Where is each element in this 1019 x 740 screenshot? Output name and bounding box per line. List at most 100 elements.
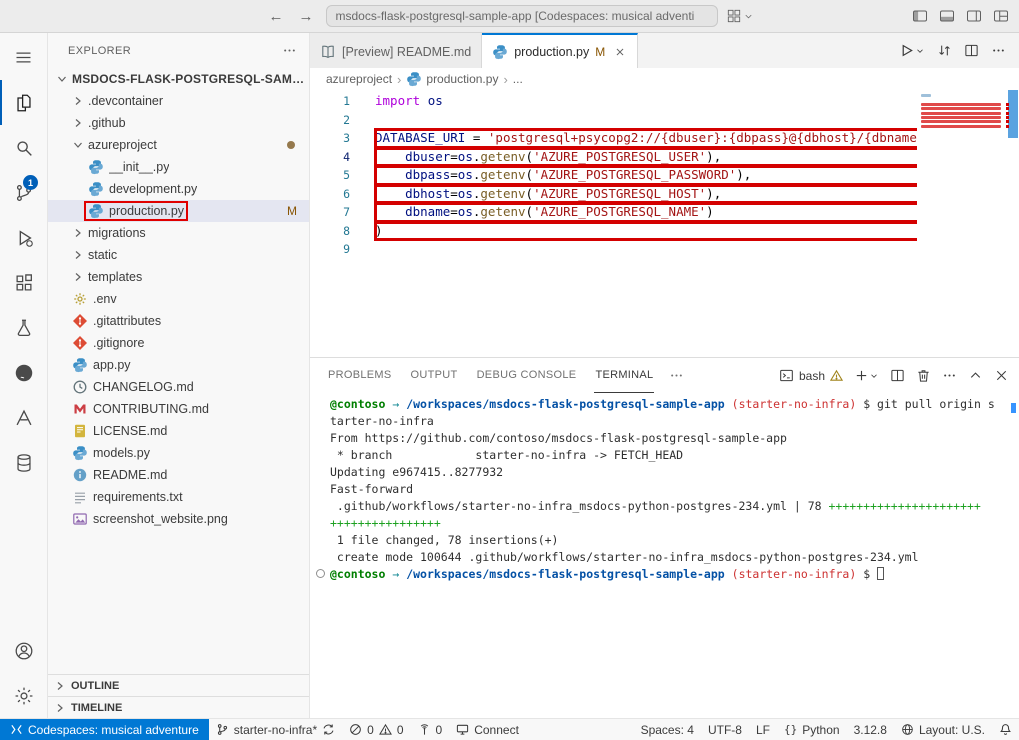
tab--preview-readme.md[interactable]: [Preview] README.md: [310, 33, 482, 68]
tree-item-templates[interactable]: templates: [48, 266, 309, 288]
tree-item-.gitattributes[interactable]: .gitattributes: [48, 310, 309, 332]
new-terminal-button[interactable]: [854, 368, 879, 383]
more-actions-icon[interactable]: [991, 43, 1006, 58]
search-icon[interactable]: [0, 125, 47, 170]
tree-item-__init__.py[interactable]: __init__.py: [48, 156, 309, 178]
line-number: 5: [310, 168, 350, 182]
panel-tab-debug-console[interactable]: DEBUG CONSOLE: [476, 358, 578, 393]
explorer-icon[interactable]: [0, 80, 47, 125]
panel-more-actions-icon[interactable]: [942, 368, 957, 383]
terminal-line: .github/workflows/starter-no-infra_msdoc…: [330, 498, 1005, 515]
problems-status[interactable]: 0 0: [342, 719, 410, 740]
codespaces-indicator[interactable]: [727, 9, 754, 23]
panel-more-tabs-icon[interactable]: [668, 358, 685, 393]
terminal-output[interactable]: @contoso → /workspaces/msdocs-flask-post…: [310, 393, 1019, 718]
terminal-line: Fast-forward: [330, 481, 1005, 498]
tree-item-readme.md[interactable]: README.md: [48, 464, 309, 486]
menu-icon[interactable]: [0, 35, 47, 80]
tree-item-changelog.md[interactable]: CHANGELOG.md: [48, 376, 309, 398]
account-icon[interactable]: [0, 628, 47, 673]
toggle-primary-sidebar-icon[interactable]: [912, 8, 928, 24]
breadcrumb-item-...[interactable]: ...: [513, 72, 523, 86]
back-icon[interactable]: ←: [266, 7, 287, 26]
line-number: 1: [310, 94, 350, 108]
split-terminal-icon[interactable]: [890, 368, 905, 383]
panel-tab-list: PROBLEMS OUTPUT DEBUG CONSOLE TERMINAL: [327, 358, 654, 393]
database-icon[interactable]: [0, 440, 47, 485]
close-icon[interactable]: [613, 45, 627, 59]
code-lines: 1import os23DATABASE_URI = 'postgresql+p…: [310, 92, 1019, 259]
panel-tab-terminal[interactable]: TERMINAL: [594, 358, 654, 393]
tree-item-app.py[interactable]: app.py: [48, 354, 309, 376]
tree-item-.env[interactable]: .env: [48, 288, 309, 310]
outline-section[interactable]: OUTLINE: [48, 674, 309, 696]
forward-icon[interactable]: →: [296, 7, 317, 26]
error-mark: [1006, 107, 1009, 110]
timeline-section[interactable]: TIMELINE: [48, 696, 309, 718]
tree-item-static[interactable]: static: [48, 244, 309, 266]
split-editor-icon[interactable]: [964, 43, 979, 58]
github-icon[interactable]: [0, 350, 47, 395]
kill-terminal-icon[interactable]: [916, 368, 931, 383]
tree-item-label: .gitignore: [93, 336, 144, 350]
tab-production.py[interactable]: production.pyM: [482, 33, 638, 68]
tree-item-screenshot_website.png[interactable]: screenshot_website.png: [48, 508, 309, 530]
interpreter-status[interactable]: 3.12.8: [847, 719, 894, 740]
explorer-actions-icon[interactable]: [282, 43, 297, 58]
run-debug-icon[interactable]: [0, 215, 47, 260]
panel-tab-problems[interactable]: PROBLEMS: [327, 358, 393, 393]
tab-label: production.py: [514, 45, 589, 59]
customize-layout-icon[interactable]: [993, 8, 1009, 24]
tree-item-contributing.md[interactable]: CONTRIBUTING.md: [48, 398, 309, 420]
tree-item-production.py[interactable]: production.pyM: [48, 200, 309, 222]
minimap[interactable]: [917, 90, 1005, 357]
eol-status[interactable]: LF: [749, 719, 777, 740]
tree-item-azureproject[interactable]: azureproject: [48, 134, 309, 156]
tree-item-models.py[interactable]: models.py: [48, 442, 309, 464]
ports-status[interactable]: 0: [411, 719, 450, 740]
tree-item-migrations[interactable]: migrations: [48, 222, 309, 244]
open-changes-icon[interactable]: [937, 43, 952, 58]
tree-item-development.py[interactable]: development.py: [48, 178, 309, 200]
connect-icon: [456, 723, 469, 736]
terminal-shell-item[interactable]: bash: [779, 368, 843, 383]
azure-icon[interactable]: [0, 395, 47, 440]
scrollbar-thumb[interactable]: [1008, 90, 1018, 138]
tree-item-.gitignore[interactable]: .gitignore: [48, 332, 309, 354]
tree-item-.devcontainer[interactable]: .devcontainer: [48, 90, 309, 112]
branch-status[interactable]: starter-no-infra*: [209, 719, 342, 740]
breadcrumb-separator: ›: [397, 72, 401, 87]
language-status[interactable]: {} Python: [777, 719, 847, 740]
testing-icon[interactable]: [0, 305, 47, 350]
breadcrumb-item-azureproject[interactable]: azureproject: [326, 72, 392, 86]
code-line-2: 2: [310, 111, 1019, 130]
tree-item-license.md[interactable]: LICENSE.md: [48, 420, 309, 442]
tree-item-label: CONTRIBUTING.md: [93, 402, 209, 416]
source-control-icon[interactable]: 1: [0, 170, 47, 215]
remote-status[interactable]: Codespaces: musical adventure: [0, 719, 209, 740]
keyboard-layout-status[interactable]: Layout: U.S.: [894, 719, 992, 740]
toggle-panel-icon[interactable]: [939, 8, 955, 24]
extensions-icon[interactable]: [0, 260, 47, 305]
encoding-status[interactable]: UTF-8: [701, 719, 749, 740]
indentation-status[interactable]: Spaces: 4: [634, 719, 701, 740]
notifications-status[interactable]: [992, 719, 1019, 740]
close-panel-icon[interactable]: [994, 368, 1009, 383]
warning-icon: [830, 369, 843, 382]
run-python-file-button[interactable]: [899, 43, 925, 58]
chevron-right-icon: [70, 225, 86, 241]
tree-item-.github[interactable]: .github: [48, 112, 309, 134]
modified-dot: [287, 141, 295, 149]
maximize-panel-icon[interactable]: [968, 368, 983, 383]
command-center[interactable]: msdocs-flask-postgresql-sample-app [Code…: [326, 5, 718, 27]
bottom-panel: PROBLEMS OUTPUT DEBUG CONSOLE TERMINAL bash: [310, 357, 1019, 718]
code-editor[interactable]: 1import os23DATABASE_URI = 'postgresql+p…: [310, 90, 1019, 357]
toggle-secondary-sidebar-icon[interactable]: [966, 8, 982, 24]
settings-gear-icon[interactable]: [0, 673, 47, 718]
breadcrumb-item-production.py[interactable]: production.py: [406, 71, 498, 87]
panel-tab-output[interactable]: OUTPUT: [410, 358, 459, 393]
tree-item-requirements.txt[interactable]: requirements.txt: [48, 486, 309, 508]
line-number: 9: [310, 242, 350, 256]
tree-item-msdocs-flask-postgresql-sample-...[interactable]: MSDOCS-FLASK-POSTGRESQL-SAMPLE-...: [48, 68, 309, 90]
connect-status[interactable]: Connect: [449, 719, 526, 740]
